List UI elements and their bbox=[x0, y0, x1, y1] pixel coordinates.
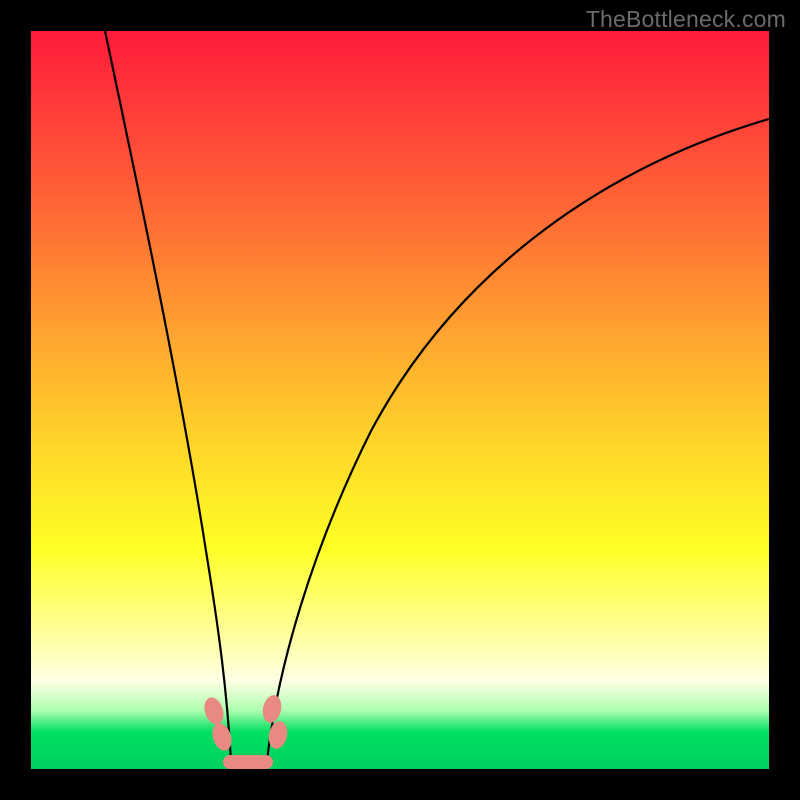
left-curve bbox=[105, 31, 231, 761]
blob-left-upper bbox=[201, 695, 227, 727]
watermark-text: TheBottleneck.com bbox=[586, 6, 786, 33]
blob-bottom-bar bbox=[223, 755, 273, 769]
right-curve bbox=[267, 119, 769, 761]
chart-svg bbox=[31, 31, 769, 769]
blob-right-upper bbox=[260, 693, 283, 724]
chart-plot-area bbox=[31, 31, 769, 769]
